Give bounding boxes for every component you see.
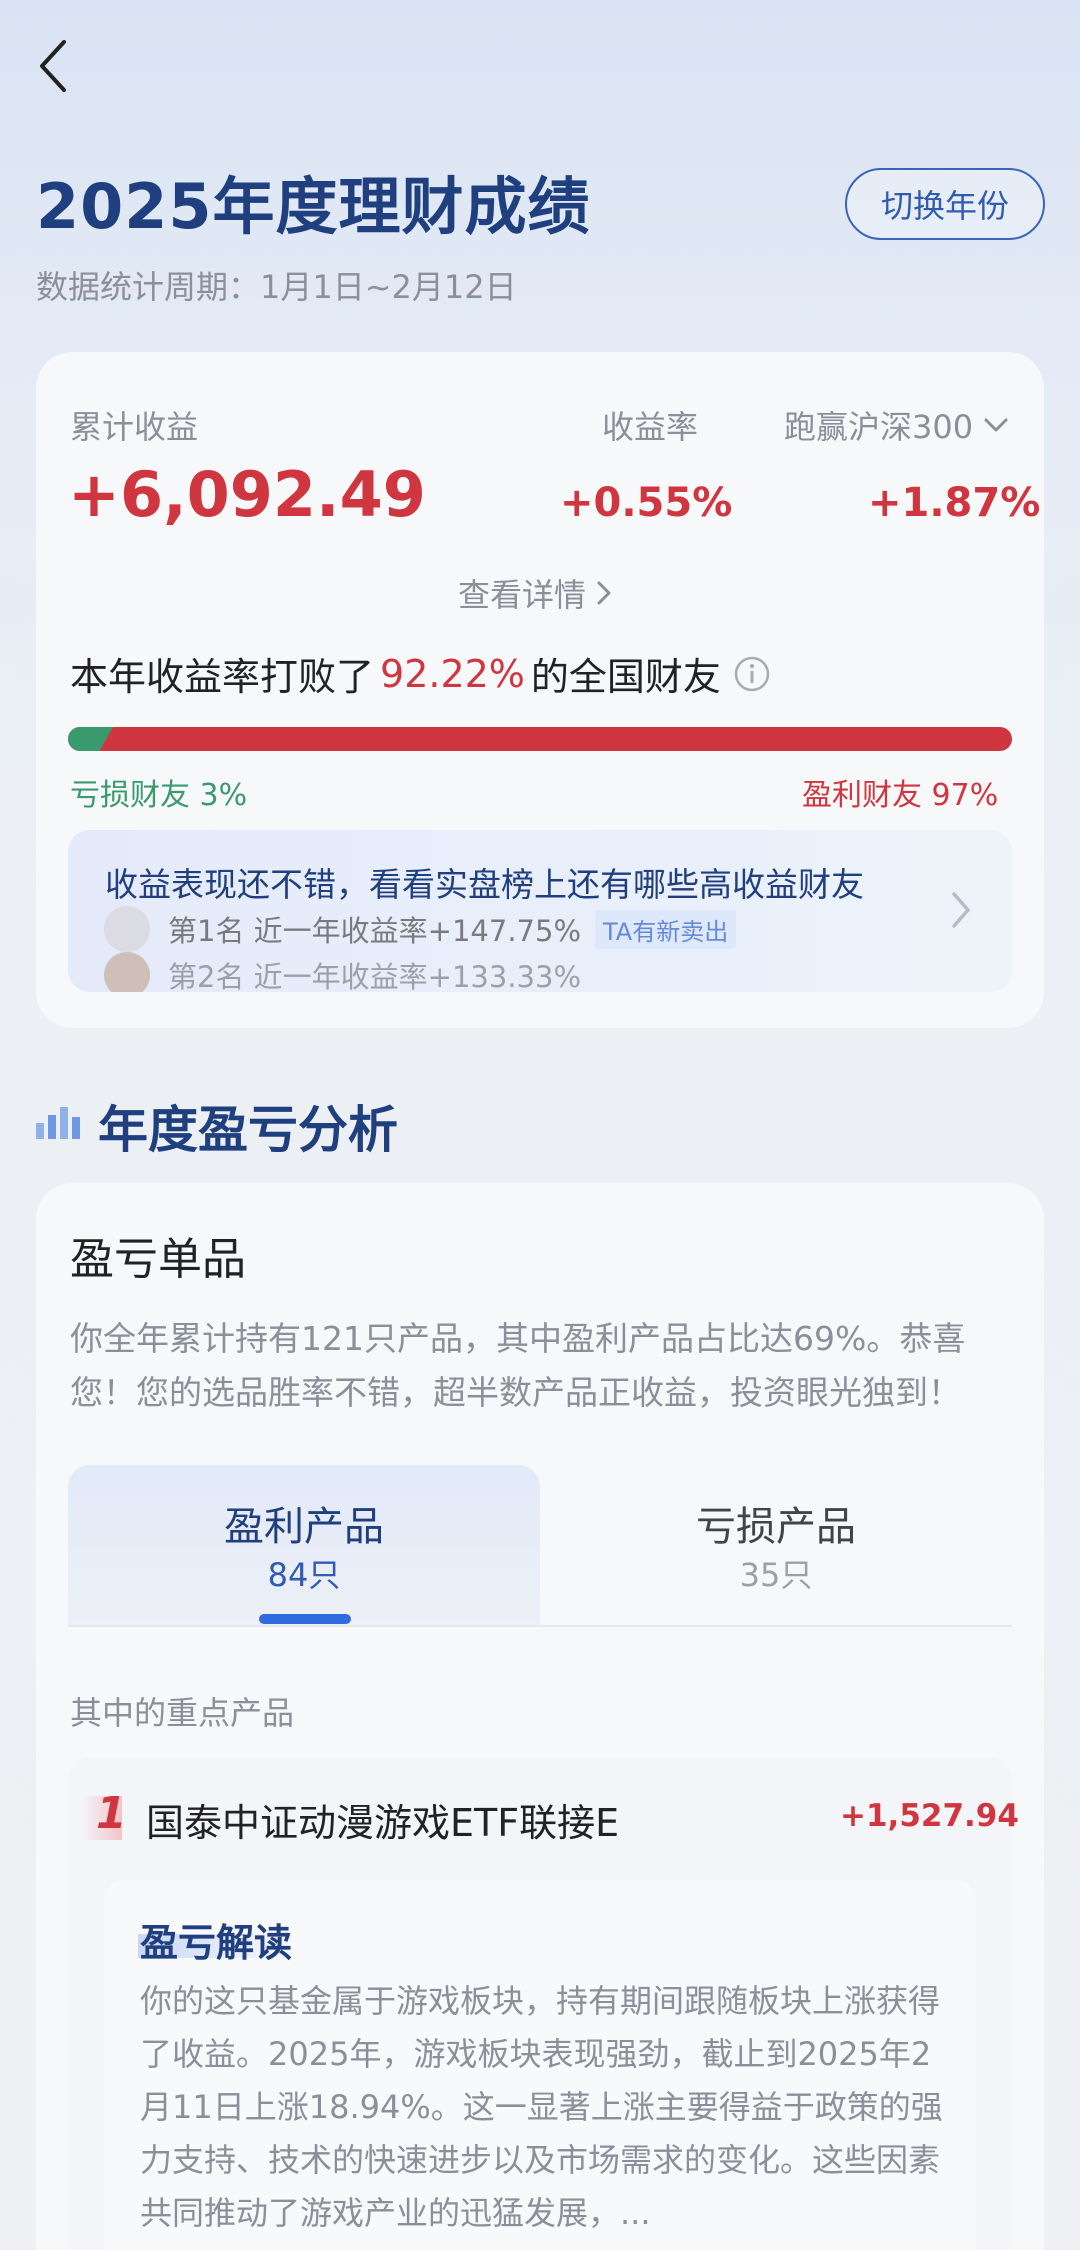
interpretation-text: 你的这只基金属于游戏板块，持有期间跟随板块上涨获得了收益。2025年，游戏板块表… — [140, 1982, 943, 2232]
product-name: 国泰中证动漫游戏ETF联接E — [146, 1801, 620, 1845]
tab-loss-count: 35只 — [739, 1556, 813, 1594]
loss-segment — [68, 727, 113, 751]
switch-year-button[interactable]: 切换年份 — [845, 168, 1045, 240]
loss-friends-label: 亏损财友 3% — [70, 778, 248, 813]
profit-loss-ratio-bar — [68, 727, 1012, 751]
view-details-link[interactable]: 查看详情 — [458, 570, 616, 616]
cumulative-income-value: +6,092.49 — [68, 458, 426, 531]
leaderboard-row: 第2名 近一年收益率+133.33% — [104, 952, 581, 992]
product-profit-value: +1,527.94 — [840, 1798, 1019, 1834]
profit-friends-label: 盈利财友 97% — [802, 778, 999, 813]
tab-profit-count: 84只 — [267, 1556, 341, 1594]
beat-suffix: 的全国财友 — [530, 655, 721, 699]
leaderboard-row: 第1名 近一年收益率+147.75% TA有新卖出 — [104, 906, 737, 952]
beat-statement: 本年收益率打败了 92.22% 的全国财友 — [70, 646, 771, 701]
page-title: 2025年度理财成绩 — [36, 170, 591, 243]
promo-title: 收益表现还不错，看看实盘榜上还有哪些高收益财友 — [105, 865, 864, 904]
return-rate-label: 收益率 — [602, 408, 699, 446]
leaderboard-promo-banner[interactable]: 收益表现还不错，看看实盘榜上还有哪些高收益财友 第1名 近一年收益率+147.7… — [68, 830, 1012, 992]
info-icon[interactable] — [733, 655, 771, 693]
chevron-down-icon — [984, 418, 1008, 432]
key-products-label: 其中的重点产品 — [70, 1694, 295, 1732]
tab-profit-label: 盈利产品 — [224, 1504, 384, 1550]
benchmark-selector[interactable]: 跑赢沪深300 — [784, 402, 1011, 448]
avatar — [104, 906, 150, 952]
beat-prefix: 本年收益率打败了 — [70, 655, 375, 699]
leaderboard-row-text: 第1名 近一年收益率+147.75% — [168, 914, 581, 948]
statistics-period: 数据统计周期：1月1日~2月12日 — [36, 268, 517, 306]
back-arrow-icon[interactable] — [30, 30, 80, 100]
beat-percent: 92.22% — [380, 651, 525, 696]
leaderboard-row-text: 第2名 近一年收益率+133.33% — [168, 960, 581, 992]
chevron-right-icon — [952, 892, 970, 928]
tab-divider — [68, 1625, 1012, 1627]
new-sell-tag: TA有新卖出 — [595, 909, 737, 949]
rank-number: 1 — [96, 1788, 127, 1839]
tab-loss-label: 亏损产品 — [696, 1504, 856, 1550]
return-rate-value: +0.55% — [560, 480, 733, 526]
active-tab-indicator — [259, 1614, 351, 1624]
interpretation-title: 盈亏解读 — [140, 1921, 293, 1965]
chevron-right-icon — [597, 581, 611, 605]
benchmark-value: +1.87% — [868, 480, 1041, 526]
view-details-label: 查看详情 — [458, 576, 587, 614]
bar-chart-icon — [36, 1107, 80, 1139]
cumulative-income-label: 累计收益 — [70, 408, 199, 446]
card-title: 盈亏单品 — [70, 1234, 246, 1285]
avatar — [104, 952, 150, 992]
analysis-description: 你全年累计持有121只产品，其中盈利产品占比达69%。恭喜您！您的选品胜率不错，… — [70, 1319, 966, 1412]
section-title: 年度盈亏分析 — [98, 1101, 398, 1159]
benchmark-label: 跑赢沪深300 — [784, 408, 974, 446]
